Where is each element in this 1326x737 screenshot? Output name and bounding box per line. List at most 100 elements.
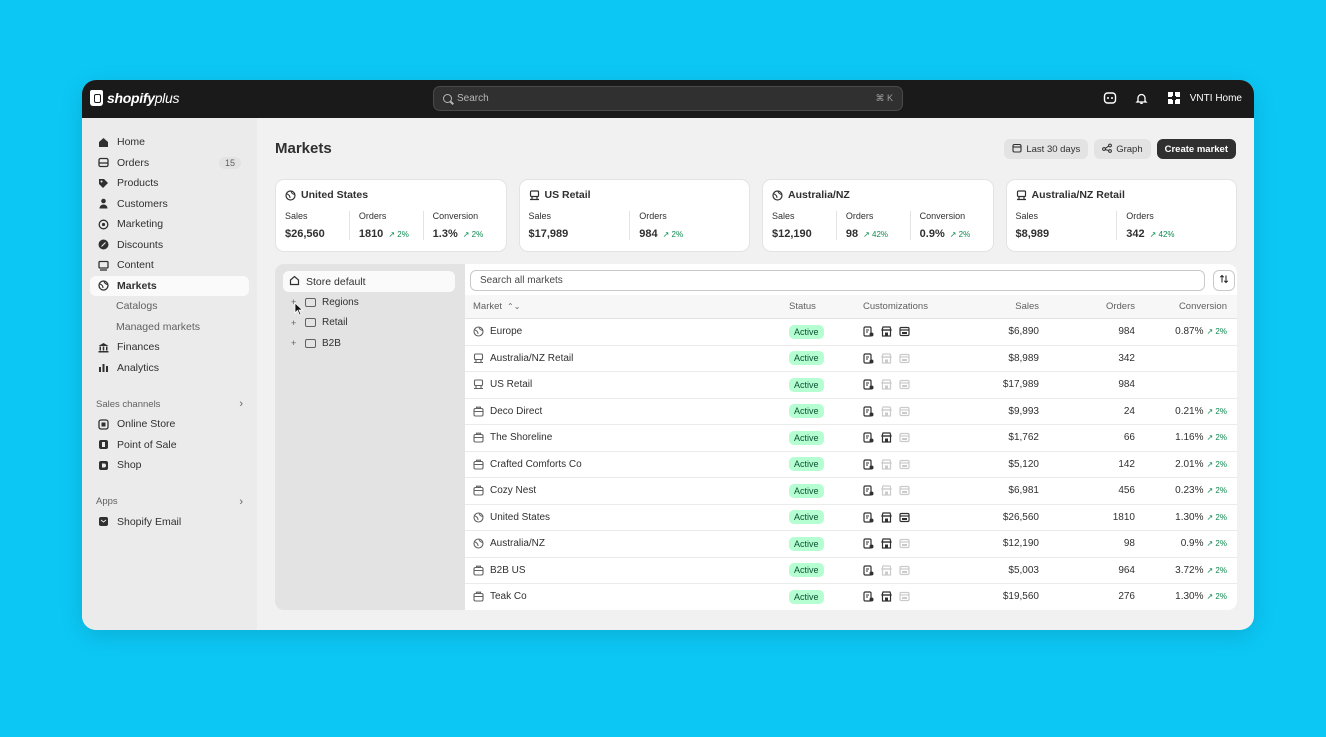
market-card-australia-nz[interactable]: Australia/NZ Sales $12,190 Orders 98 ↗ 42% … <box>762 179 994 252</box>
tree-item-regions[interactable]: + Regions <box>283 292 455 313</box>
sidekick-icon[interactable] <box>1102 90 1118 106</box>
table-row[interactable]: Deco Direct Active $9,993 24 0.21% ↗ 2% <box>465 399 1237 425</box>
tree-item-retail[interactable]: + Retail <box>283 313 455 334</box>
table-row[interactable]: United States Active $26,560 1810 1.30% ↗ 2% <box>465 505 1237 531</box>
column-header-market[interactable]: Market ⌃⌄ <box>465 301 789 312</box>
bank-icon <box>98 342 109 353</box>
metric-value: 342 <box>1126 228 1145 240</box>
sidebar-item-label: Discounts <box>117 238 164 251</box>
sidebar-item-managed-markets[interactable]: Managed markets <box>90 317 249 338</box>
status-badge: Active <box>789 324 824 339</box>
table-row[interactable]: US Retail Active $17,989 984 <box>465 372 1237 399</box>
table-row[interactable]: Teak Co Active $19,560 276 1.30% ↗ 2% <box>465 584 1237 610</box>
table-row[interactable]: Europe Active $6,890 984 0.87% ↗ 2% <box>465 319 1237 346</box>
market-name[interactable]: The Shoreline <box>490 432 552 443</box>
sidebar-item-label: Content <box>117 259 154 272</box>
sales-cell: $1,762 <box>1008 432 1039 444</box>
sidebar-item-marketing[interactable]: Marketing <box>90 214 249 235</box>
sidebar-item-analytics[interactable]: Analytics <box>90 358 249 379</box>
date-range-label: Last 30 days <box>1026 143 1081 155</box>
customizations-cell <box>863 485 953 496</box>
customizations-cell <box>863 512 953 523</box>
expand-icon[interactable]: + <box>291 338 301 348</box>
create-market-button[interactable]: Create market <box>1156 139 1236 159</box>
sidebar-item-products[interactable]: Products <box>90 173 249 194</box>
market-name[interactable]: US Retail <box>490 379 532 390</box>
market-name[interactable]: Europe <box>490 326 522 337</box>
date-range-button[interactable]: Last 30 days <box>1004 139 1089 159</box>
sales-channels-header[interactable]: Sales channels › <box>90 394 249 414</box>
table-row[interactable]: Australia/NZ Active $12,190 98 0.9% ↗ 2% <box>465 531 1237 558</box>
card-title: US Retail <box>544 189 591 201</box>
sidebar-item-markets[interactable]: Markets <box>90 275 249 296</box>
tree-item-store-default[interactable]: Store default <box>283 271 455 292</box>
metric-label: Sales <box>528 211 552 221</box>
table-row[interactable]: Cozy Nest Active $6,981 456 0.23% ↗ 2% <box>465 478 1237 505</box>
sidebar-item-label: Finances <box>117 341 160 354</box>
b2b-icon <box>473 459 484 470</box>
catalog-customization-icon <box>863 485 874 496</box>
global-search[interactable]: Search ⌘ K <box>433 86 903 111</box>
store-customization-icon <box>881 406 892 417</box>
sidebar-item-home[interactable]: Home <box>90 132 249 153</box>
catalog-customization-icon <box>863 512 874 523</box>
metric-value: 984 <box>639 228 658 240</box>
table-row[interactable]: The Shoreline Active $1,762 66 1.16% ↗ 2% <box>465 425 1237 452</box>
brand-name: shopify <box>107 90 155 106</box>
sidebar-item-point-of-sale[interactable]: Point of Sale <box>90 435 249 456</box>
sort-arrows-icon <box>1219 274 1229 287</box>
market-name[interactable]: United States <box>490 512 550 523</box>
market-name[interactable]: B2B US <box>490 565 526 576</box>
store-customization-icon <box>881 432 892 443</box>
store-switcher[interactable]: VNTI Home <box>1166 90 1242 106</box>
sales-cell: $26,560 <box>1002 511 1039 523</box>
market-name[interactable]: Teak Co <box>490 591 527 602</box>
expand-icon[interactable]: + <box>291 318 301 328</box>
app-window: shopify plus Search ⌘ K VNTI Home Home O… <box>82 80 1254 630</box>
sidebar-item-finances[interactable]: Finances <box>90 337 249 358</box>
sidebar-item-customers[interactable]: Customers <box>90 194 249 215</box>
sidebar-item-discounts[interactable]: Discounts <box>90 235 249 256</box>
orders-cell: 964 <box>1118 564 1135 576</box>
orders-cell: 984 <box>1118 379 1135 391</box>
shopify-plus-logo[interactable]: shopify plus <box>90 90 179 106</box>
bar-chart-icon <box>98 362 109 373</box>
table-row[interactable]: B2B US Active $5,003 964 3.72% ↗ 2% <box>465 558 1237 584</box>
market-card-us-retail[interactable]: US Retail Sales $17,989 Orders 984 ↗ 2% <box>518 179 750 252</box>
sidebar-item-orders[interactable]: Orders 15 <box>90 153 249 174</box>
customizations-cell <box>863 538 953 549</box>
bell-icon[interactable] <box>1134 90 1150 106</box>
domain-customization-icon <box>899 538 910 549</box>
table-row[interactable]: Crafted Comforts Co Active $5,120 142 2.01% ↗… <box>465 452 1237 478</box>
sidebar-item-shopify-email[interactable]: Shopify Email <box>90 512 249 533</box>
search-placeholder: Search <box>457 93 489 104</box>
sidebar-item-online-store[interactable]: Online Store <box>90 414 249 435</box>
market-name[interactable]: Cozy Nest <box>490 485 536 496</box>
apps-header[interactable]: Apps › <box>90 492 249 512</box>
domain-customization-icon <box>899 512 910 523</box>
orders-cell: 24 <box>1123 405 1135 417</box>
market-card-united-states[interactable]: United States Sales $26,560 Orders 1810 ↗ 2… <box>275 179 507 252</box>
status-badge: Active <box>789 536 824 551</box>
calendar-icon <box>1012 143 1022 156</box>
market-name[interactable]: Australia/NZ Retail <box>490 353 573 364</box>
globe-icon <box>473 512 484 523</box>
catalog-customization-icon <box>863 432 874 443</box>
markets-search-input[interactable]: Search all markets <box>470 270 1205 291</box>
sidebar-item-shop[interactable]: Shop <box>90 455 249 476</box>
table-row[interactable]: Australia/NZ Retail Active $8,989 342 <box>465 346 1237 372</box>
sidebar-item-content[interactable]: Content <box>90 255 249 276</box>
sidebar-item-catalogs[interactable]: Catalogs <box>90 296 249 317</box>
graph-button[interactable]: Graph <box>1094 139 1151 159</box>
header-label: Conversion <box>1178 301 1227 312</box>
market-name[interactable]: Australia/NZ <box>490 538 545 549</box>
market-name[interactable]: Deco Direct <box>490 406 542 417</box>
conversion-value: 0.23% <box>1175 485 1204 497</box>
store-customization-icon <box>881 565 892 576</box>
market-name[interactable]: Crafted Comforts Co <box>490 459 582 470</box>
sort-button[interactable] <box>1213 270 1235 291</box>
graph-icon <box>1102 143 1113 156</box>
brand-suffix: plus <box>154 90 180 106</box>
tree-item-b2b[interactable]: + B2B <box>283 333 455 354</box>
market-card-australia-nz-retail[interactable]: Australia/NZ Retail Sales $8,989 Orders 34… <box>1005 179 1237 252</box>
